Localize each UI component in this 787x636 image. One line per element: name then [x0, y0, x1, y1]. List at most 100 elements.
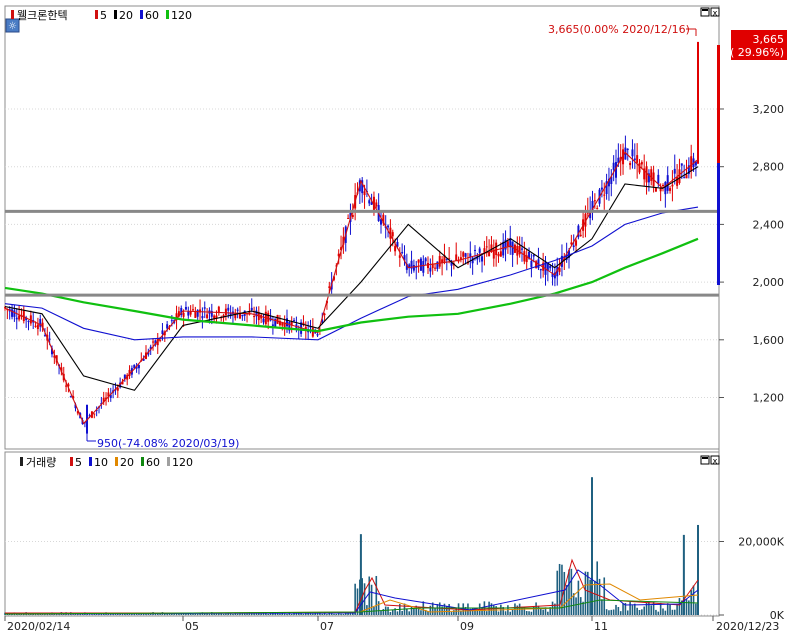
volume-bar	[577, 580, 580, 615]
volume-bar	[570, 568, 573, 615]
volume-bar	[579, 597, 582, 615]
candle-body	[497, 253, 500, 257]
volume-bar	[563, 571, 566, 615]
volume-spike	[591, 477, 593, 615]
volume-bar	[643, 606, 645, 615]
volume-bar	[396, 611, 399, 615]
volume-bar	[497, 611, 500, 615]
candle-body	[48, 338, 51, 340]
candle-body	[626, 148, 629, 151]
volume-bar	[173, 614, 175, 615]
volume-bar	[302, 613, 305, 615]
legend-label: 120	[171, 9, 192, 22]
candle-body	[495, 242, 498, 256]
close-icon[interactable]: x	[710, 7, 720, 18]
high-annotation: 3,665(0.00% 2020/12/16)	[548, 23, 690, 36]
candle-body	[474, 249, 476, 251]
candle-body	[262, 318, 265, 323]
candle-body	[217, 306, 220, 313]
volume-bar	[678, 598, 681, 615]
maximize-icon[interactable]	[700, 7, 710, 17]
candle-body	[253, 315, 256, 318]
volume-bar	[370, 584, 373, 615]
candle-body	[201, 316, 204, 319]
volume-bar	[542, 609, 544, 615]
legend-swatch	[114, 10, 117, 19]
volume-bar	[401, 610, 403, 615]
candle-body	[478, 248, 481, 253]
candle-body	[600, 187, 603, 190]
candle-body	[184, 306, 187, 310]
candle-body	[671, 184, 674, 187]
volume-close-icon[interactable]: x	[710, 455, 720, 466]
legend-label: 20	[120, 456, 134, 469]
candle-body	[368, 200, 371, 204]
svg-text:x: x	[713, 457, 718, 466]
candle-body	[685, 174, 688, 179]
candle-body	[206, 314, 209, 319]
candle-body	[391, 232, 394, 237]
candle-body	[464, 253, 467, 257]
candle-body	[15, 317, 18, 320]
candle-body	[683, 177, 686, 179]
volume-bar	[537, 605, 540, 615]
volume-bar	[420, 610, 422, 615]
candle-body	[363, 191, 366, 196]
x-tick-label: 2020/12/23	[716, 620, 779, 632]
candle-body	[250, 307, 253, 311]
volume-maximize-icon[interactable]	[700, 455, 710, 465]
candle-body	[227, 307, 230, 311]
candle-body	[241, 314, 244, 317]
volume-bar	[321, 613, 324, 615]
candle-body	[662, 184, 664, 187]
candle-body	[636, 155, 639, 163]
volume-bar	[194, 613, 197, 615]
candle-body	[182, 312, 185, 317]
volume-bar	[335, 613, 338, 615]
volume-bar	[434, 607, 436, 615]
candle-body	[159, 339, 162, 341]
candle-body	[678, 169, 681, 184]
candle-body	[27, 320, 30, 322]
volume-bar	[603, 577, 606, 615]
volume-bar	[601, 599, 603, 615]
candle-body	[612, 162, 615, 170]
volume-bar	[528, 611, 530, 615]
volume-bar	[406, 608, 408, 615]
volume-bar	[413, 608, 415, 615]
volume-bar	[232, 613, 234, 615]
candle-body	[194, 311, 197, 318]
candle-body	[434, 267, 437, 269]
candle-body	[166, 324, 169, 329]
volume-bar	[333, 613, 335, 615]
volume-bar	[626, 610, 629, 615]
candle-body	[36, 324, 39, 330]
volume-bar	[286, 613, 288, 615]
volume-bar	[495, 606, 497, 615]
volume-bar	[330, 613, 333, 615]
volume-bar	[587, 571, 589, 615]
candle-body	[680, 163, 683, 166]
volume-bar	[236, 613, 239, 615]
candle-body	[39, 318, 42, 327]
candle-body	[93, 413, 96, 415]
candle-body	[603, 194, 606, 196]
candle-body	[408, 264, 411, 267]
candle-body	[523, 251, 526, 262]
volume-bar	[676, 603, 678, 615]
volume-bar	[504, 611, 507, 615]
legend-label: 5	[75, 456, 82, 469]
candle-body	[572, 245, 575, 248]
candle-body	[629, 162, 632, 166]
candle-body	[657, 174, 660, 184]
candle-body	[387, 225, 390, 228]
candle-body	[187, 311, 190, 316]
volume-bar	[669, 604, 671, 615]
candle-body	[481, 256, 484, 262]
volume-bar	[375, 575, 378, 615]
price-title: 웰크론한텍	[17, 9, 68, 22]
legend-label: 20	[119, 9, 133, 22]
volume-bar	[342, 613, 345, 615]
candle-body	[455, 254, 458, 261]
volume-title: 거래량	[26, 456, 56, 469]
